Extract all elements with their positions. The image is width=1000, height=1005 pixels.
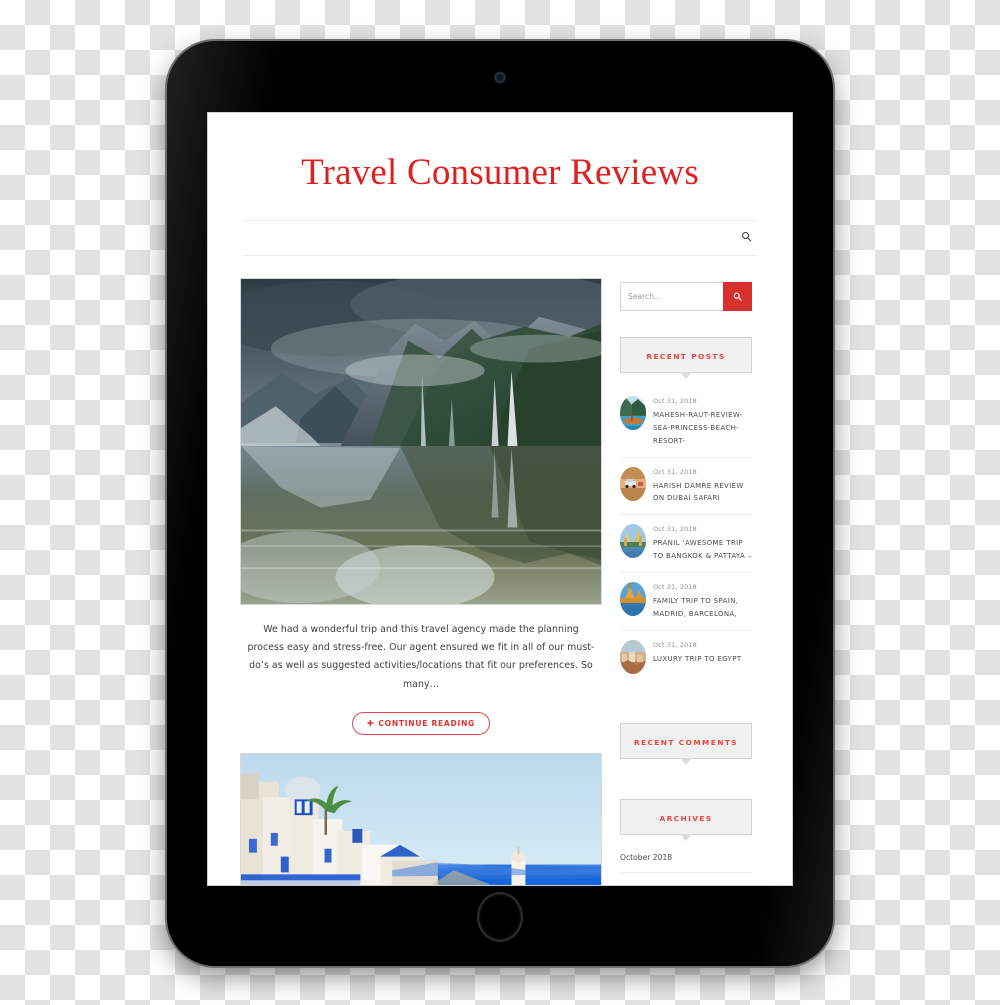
page-title: Travel Consumer Reviews [301,152,699,193]
post-date: Oct 31, 2018 [653,583,697,592]
content-area: We had a wonderful trip and this travel … [208,256,792,885]
tablet-device-frame: Travel Consumer Reviews We had a wonderf… [167,41,833,966]
hero-image[interactable] [240,277,602,605]
post-excerpt: We had a wonderful trip and this travel … [247,623,595,690]
post-title-link[interactable]: MAHESH-RAUT-REVIEW-SEA-PRINCESS-BEACH-RE… [653,409,752,448]
continue-reading-button[interactable]: ✚ CONTINUE READING [352,712,490,735]
second-post-image[interactable] [240,753,602,885]
post-date: Oct 31, 2018 [653,467,697,476]
widget-header: RECENT POSTS [620,336,752,373]
widget-title: RECENT POSTS [646,351,726,361]
archive-item[interactable]: October 2018 [620,851,752,874]
widget-spacer [620,693,752,723]
post-title-link[interactable]: LUXURY TRIP TO EGYPT [653,653,752,666]
sidebar: RECENT POSTS [620,278,752,883]
post-thumbnail [620,640,646,675]
list-item[interactable]: Oct 31, 2018 HARISH DAMRE REVIEW ON DUBA… [620,458,752,516]
main-column: We had a wonderful trip and this travel … [240,277,602,885]
post-meta: Oct 31, 2018 HARISH DAMRE REVIEW ON DUBA… [653,467,752,506]
post-title-link[interactable]: FAMILY TRIP TO SPAIN, MADRID, BARCELONA, [653,595,752,621]
post-thumbnail [620,466,646,501]
post-date: Oct 31, 2018 [653,525,697,534]
widget-header: RECENT COMMENTS [620,723,752,760]
continue-reading-label: CONTINUE READING [378,719,475,728]
sidebar-search-widget [620,281,752,311]
post-thumbnail [620,582,646,617]
read-more-container: ✚ CONTINUE READING [240,712,602,735]
widget-title: ARCHIVES [659,814,713,824]
site-header: Travel Consumer Reviews [208,113,792,220]
post-meta: Oct 31, 2018 MAHESH-RAUT-REVIEW-SEA-PRIN… [653,396,752,448]
search-icon[interactable] [735,227,758,248]
widget-archives: ARCHIVES October 2018 [620,799,752,874]
post-meta: Oct 31, 2018 FAMILY TRIP TO SPAIN, MADRI… [653,582,752,621]
webpage: Travel Consumer Reviews We had a wonderf… [208,113,792,885]
search-submit-button[interactable] [723,281,752,311]
navigation-bar [242,219,758,256]
post-date: Oct 31, 2018 [653,396,697,405]
widget-recent-posts: RECENT POSTS Oct 31, 2018 MAHESH-RAUT-RE… [620,336,752,683]
archives-list: October 2018 [620,851,752,874]
post-meta: Oct 31, 2018 PRANIL ‘AWESOME TRIP TO BAN… [653,524,752,563]
post-thumbnail [620,524,646,559]
post-thumbnail [620,395,646,430]
widget-title: RECENT COMMENTS [633,738,739,748]
post-title-link[interactable]: PRANIL ‘AWESOME TRIP TO BANGKOK & PATTAY… [653,537,752,563]
post-date: Oct 31, 2018 [653,641,697,650]
circle-arrow-icon: ✚ [367,718,375,728]
post-title-link[interactable]: HARISH DAMRE REVIEW ON DUBAI SAFARI [653,480,752,506]
list-item[interactable]: Oct 31, 2018 PRANIL ‘AWESOME TRIP TO BAN… [620,515,752,574]
search-input[interactable] [620,281,723,311]
article-card: We had a wonderful trip and this travel … [240,277,602,735]
list-item[interactable]: Oct 31, 2018 LUXURY TRIP TO EGYPT [620,631,752,683]
tablet-screen: Travel Consumer Reviews We had a wonderf… [208,113,792,885]
post-meta: Oct 31, 2018 LUXURY TRIP TO EGYPT [653,640,752,666]
recent-posts-list: Oct 31, 2018 MAHESH-RAUT-REVIEW-SEA-PRIN… [620,387,752,683]
list-item[interactable]: Oct 31, 2018 FAMILY TRIP TO SPAIN, MADRI… [620,573,752,632]
widget-recent-comments: RECENT COMMENTS [620,723,752,760]
widget-spacer [620,769,752,799]
front-camera-icon [495,73,505,82]
widget-header: ARCHIVES [620,799,752,836]
home-button[interactable] [477,892,523,942]
list-item[interactable]: Oct 31, 2018 MAHESH-RAUT-REVIEW-SEA-PRIN… [620,387,752,458]
